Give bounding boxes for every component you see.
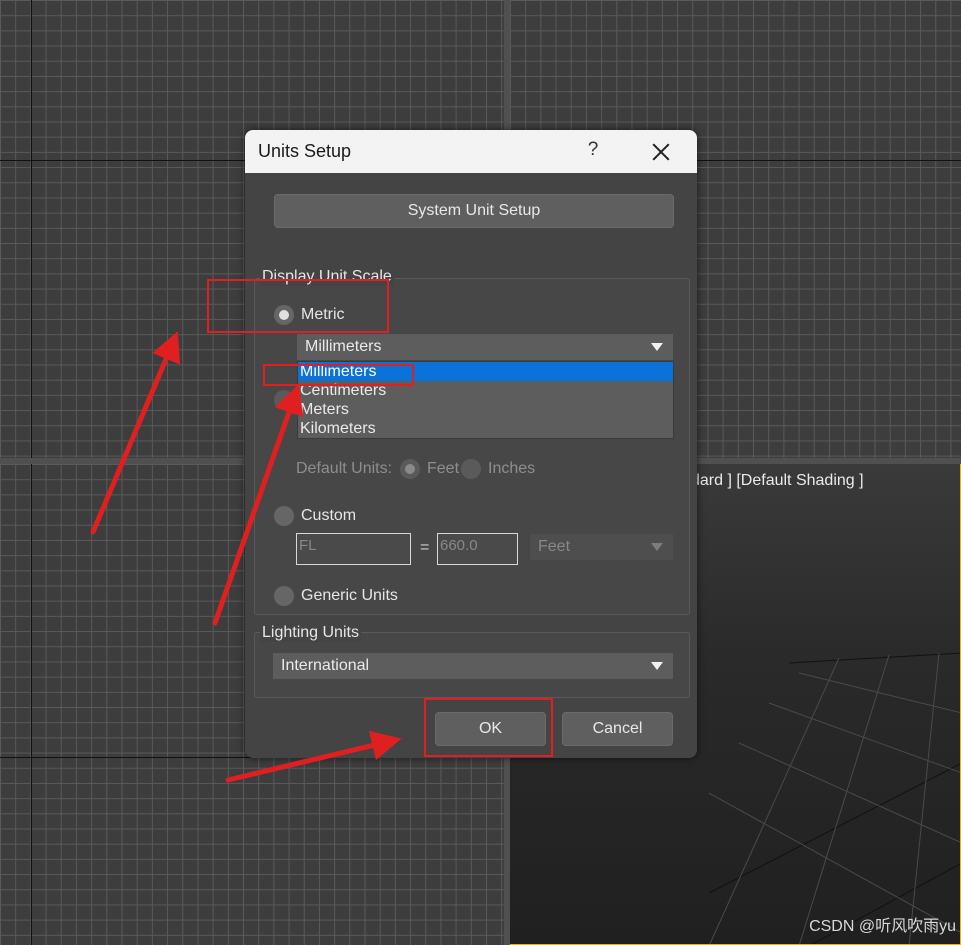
arrow-to-ok	[225, 730, 402, 783]
annotation-arrows	[90, 331, 402, 783]
arrow-to-metric	[90, 331, 180, 535]
arrow-to-millimeters	[212, 383, 304, 626]
